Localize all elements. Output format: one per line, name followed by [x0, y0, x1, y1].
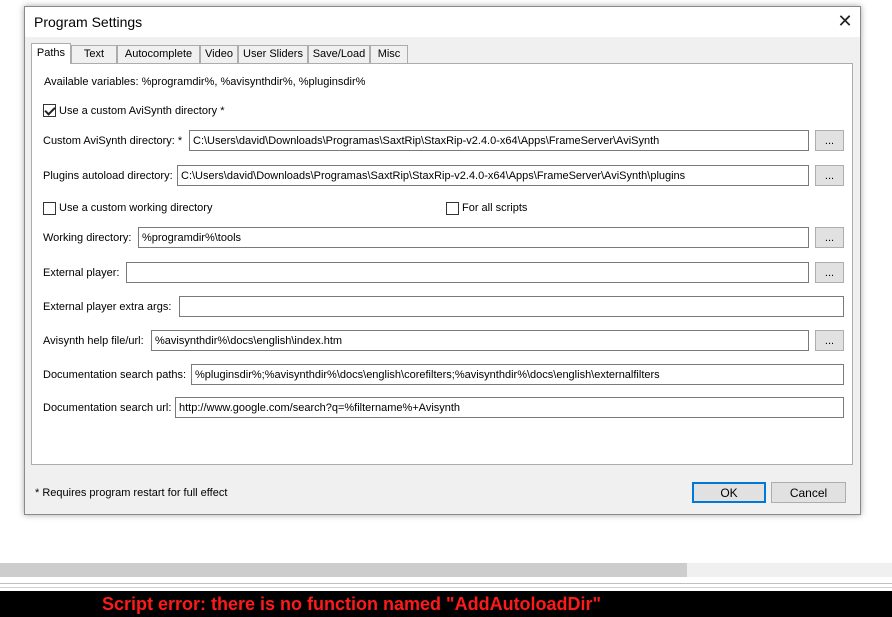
divider	[0, 583, 892, 584]
custom-avisynth-dir-input[interactable]	[189, 130, 809, 151]
paths-panel: Available variables: %programdir%, %avis…	[31, 63, 853, 465]
tab-save-load[interactable]: Save/Load	[308, 45, 370, 63]
plugins-autoload-dir-input[interactable]	[177, 165, 809, 186]
ok-button[interactable]: OK	[692, 482, 766, 503]
working-dir-input[interactable]	[138, 227, 809, 248]
doc-search-paths-input[interactable]	[191, 364, 844, 385]
scrollbar-thumb[interactable]	[0, 563, 687, 577]
script-error-message: Script error: there is no function named…	[102, 594, 602, 614]
doc-search-url-label: Documentation search url:	[43, 402, 172, 414]
use-custom-working-label: Use a custom working directory	[59, 202, 213, 214]
tab-autocomplete[interactable]: Autocomplete	[117, 45, 200, 63]
for-all-scripts-checkbox[interactable]	[446, 202, 459, 215]
avisynth-help-browse-button[interactable]: ...	[815, 330, 844, 351]
tab-video[interactable]: Video	[200, 45, 238, 63]
tab-text[interactable]: Text	[71, 45, 117, 63]
external-player-label: External player:	[43, 267, 120, 279]
restart-note: * Requires program restart for full effe…	[35, 487, 228, 499]
external-player-browse-button[interactable]: ...	[815, 262, 844, 283]
external-player-args-label: External player extra args:	[43, 301, 172, 313]
dialog-title: Program Settings	[34, 14, 143, 30]
plugins-autoload-dir-browse-button[interactable]: ...	[815, 165, 844, 186]
tab-paths[interactable]: Paths	[31, 43, 71, 64]
available-variables-text: Available variables: %programdir%, %avis…	[44, 76, 366, 88]
use-custom-avisynth-label: Use a custom AviSynth directory *	[59, 105, 225, 117]
external-player-input[interactable]	[126, 262, 809, 283]
program-settings-dialog: Program Settings ✕ Paths Text Autocomple…	[24, 6, 861, 515]
for-all-scripts-label: For all scripts	[462, 202, 528, 214]
error-status-bar: Script error: there is no function named…	[0, 591, 892, 617]
use-custom-avisynth-checkbox[interactable]	[43, 104, 56, 117]
avisynth-help-label: Avisynth help file/url:	[43, 335, 144, 347]
external-player-args-input[interactable]	[179, 296, 844, 317]
title-bar: Program Settings ✕	[25, 7, 860, 37]
use-custom-working-checkbox[interactable]	[43, 202, 56, 215]
plugins-autoload-dir-label: Plugins autoload directory:	[43, 170, 173, 182]
working-dir-browse-button[interactable]: ...	[815, 227, 844, 248]
doc-search-url-input[interactable]	[175, 397, 844, 418]
cancel-button[interactable]: Cancel	[771, 482, 846, 503]
custom-avisynth-dir-label: Custom AviSynth directory: *	[43, 135, 183, 147]
horizontal-scrollbar[interactable]	[0, 563, 892, 577]
tab-misc[interactable]: Misc	[370, 45, 408, 63]
custom-avisynth-dir-browse-button[interactable]: ...	[815, 130, 844, 151]
avisynth-help-input[interactable]	[151, 330, 809, 351]
doc-search-paths-label: Documentation search paths:	[43, 369, 187, 381]
tab-user-sliders[interactable]: User Sliders	[238, 45, 308, 63]
close-icon[interactable]: ✕	[830, 7, 860, 37]
working-dir-label: Working directory:	[43, 232, 132, 244]
divider	[0, 587, 892, 588]
